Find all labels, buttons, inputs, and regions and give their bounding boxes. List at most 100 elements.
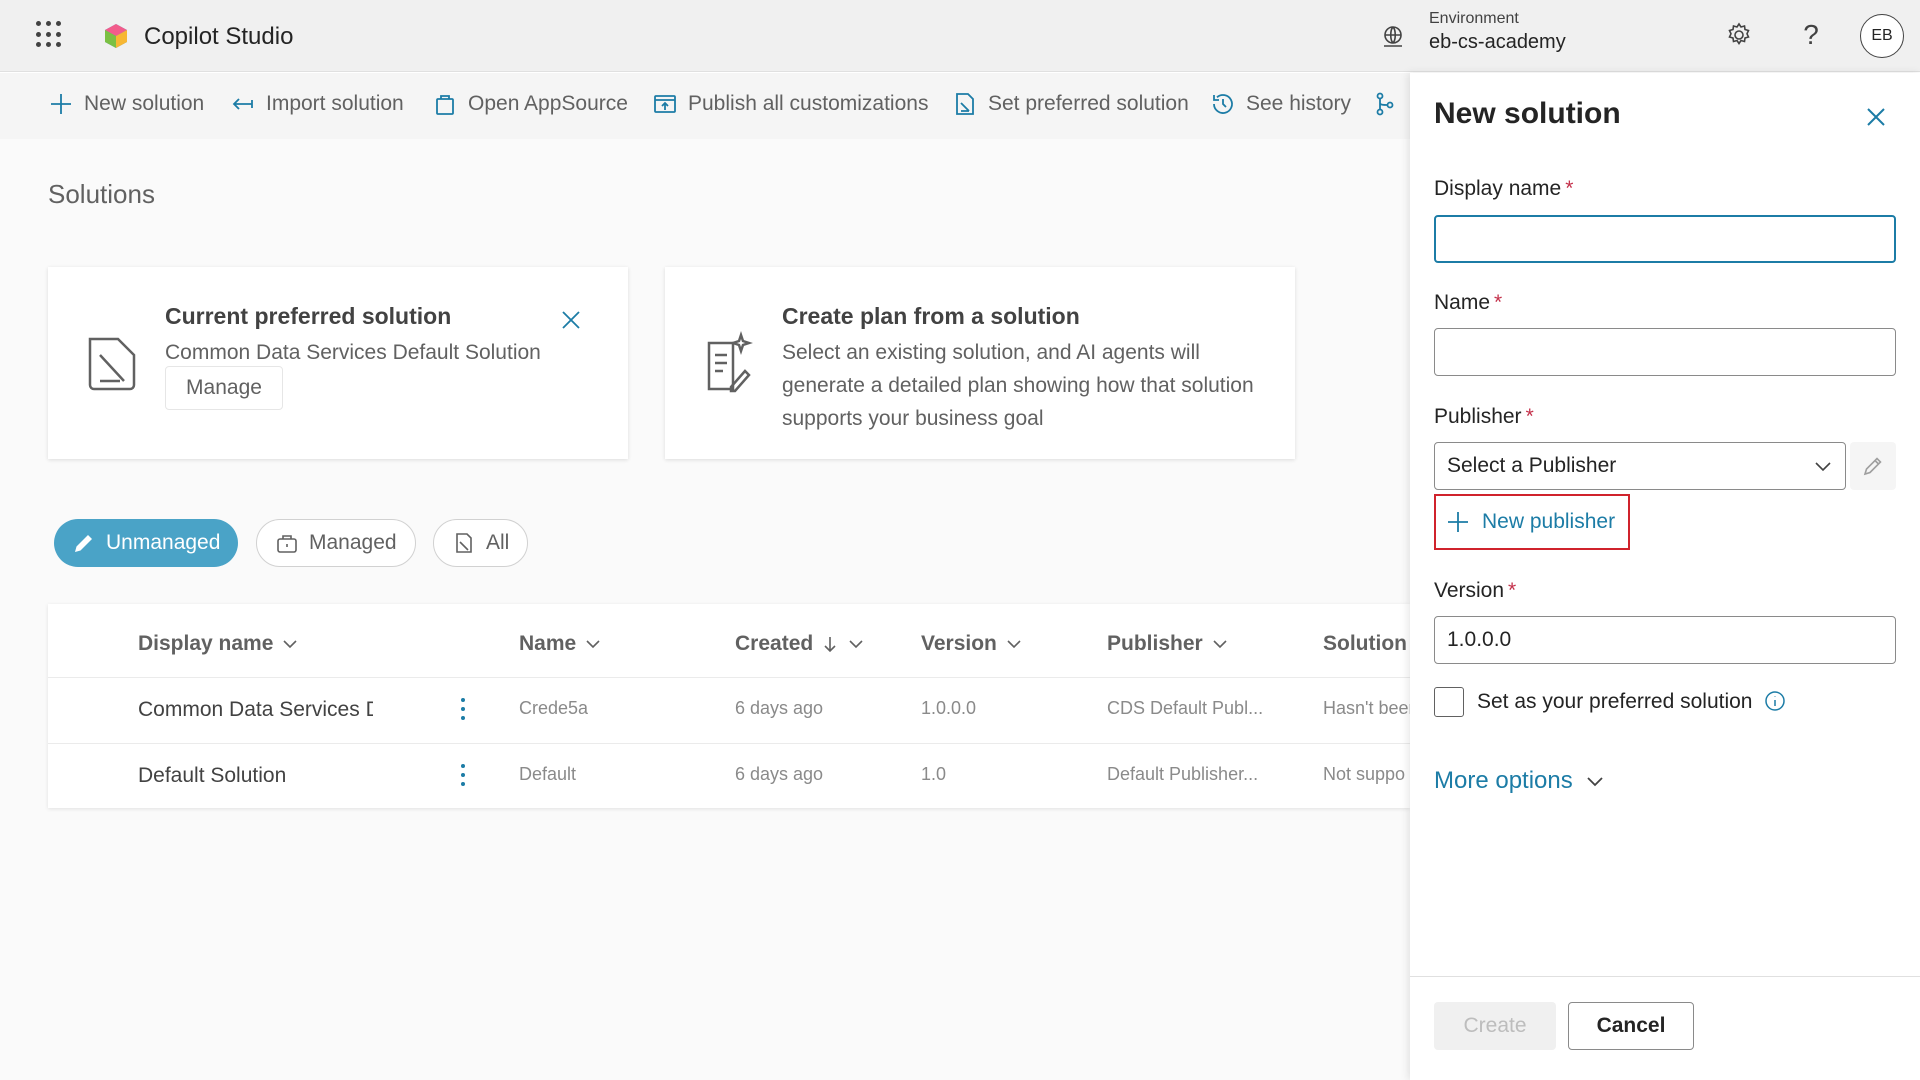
column-created[interactable]: Created [735, 632, 865, 656]
column-version[interactable]: Version [921, 632, 1023, 656]
document-icon [456, 533, 472, 553]
preferred-card-title: Current preferred solution [165, 303, 452, 329]
plus-icon [1448, 512, 1468, 532]
chevron-down-icon [1213, 640, 1227, 649]
column-publisher[interactable]: Publisher [1107, 632, 1229, 656]
row-version: 1.0 [921, 764, 947, 784]
branch-command[interactable] [1372, 91, 1408, 117]
arrow-down-icon [824, 637, 836, 653]
more-options-toggle[interactable]: More options [1434, 767, 1605, 795]
row-status: Hasn't been [1323, 698, 1410, 718]
row-publisher: Default Publisher... [1107, 764, 1259, 784]
table-row[interactable]: Default Solution Default 6 days ago 1.0 … [48, 743, 1410, 808]
publisher-select[interactable]: Select a Publisher [1434, 442, 1846, 490]
column-solution-label: Solution [1323, 632, 1407, 655]
column-name-label: Name [519, 632, 577, 655]
column-publisher-label: Publisher [1107, 632, 1203, 655]
pencil-icon [75, 535, 92, 552]
display-name-input[interactable] [1434, 215, 1896, 263]
new-publisher-button[interactable]: New publisher [1434, 494, 1630, 550]
solution-icon [88, 337, 136, 391]
publish-icon [654, 95, 676, 113]
preferred-solution-checkbox-label: Set as your preferred solution [1477, 690, 1753, 713]
column-name[interactable]: Name [519, 632, 602, 656]
version-label-text: Version [1434, 579, 1505, 602]
open-appsource-command[interactable]: Open AppSource [432, 91, 628, 117]
set-preferred-label: Set preferred solution [988, 92, 1189, 115]
panel-title: New solution [1434, 97, 1621, 130]
version-label: Version * [1434, 579, 1516, 603]
plan-card-description: Select an existing solution, and AI agen… [782, 341, 1254, 430]
more-vertical-icon[interactable] [460, 696, 466, 722]
chevron-down-icon [849, 640, 863, 649]
app-title: Copilot Studio [144, 23, 294, 50]
chevron-down-icon [586, 640, 600, 649]
row-name: Crede5a [519, 698, 589, 718]
chevron-down-icon [1815, 462, 1831, 472]
column-solution[interactable]: Solution [1323, 632, 1407, 656]
row-display-name[interactable]: Default Solution [138, 764, 373, 788]
filter-managed[interactable]: Managed [256, 519, 416, 567]
name-input[interactable] [1434, 328, 1896, 376]
app-launcher-icon[interactable] [36, 21, 64, 49]
create-button[interactable]: Create [1434, 1002, 1556, 1050]
more-options-label: More options [1434, 767, 1573, 794]
settings-icon[interactable] [1724, 20, 1754, 50]
top-header: Copilot Studio Environment eb-cs-academy… [0, 0, 1920, 72]
help-icon[interactable]: ? [1796, 19, 1826, 50]
main-content: Solutions Current preferred solution Com… [0, 139, 1410, 1080]
row-status: Not suppo [1323, 764, 1406, 784]
required-marker: * [1508, 579, 1517, 602]
info-icon[interactable] [1764, 690, 1786, 712]
filter-managed-label: Managed [309, 531, 397, 554]
avatar[interactable]: EB [1860, 14, 1904, 58]
row-version: 1.0.0.0 [921, 698, 977, 718]
history-icon [1213, 94, 1233, 114]
name-label-text: Name [1434, 291, 1491, 314]
create-plan-card[interactable]: Create plan from a solution Select an ex… [665, 267, 1295, 459]
row-created: 6 days ago [735, 698, 824, 718]
filter-all[interactable]: All [433, 519, 529, 567]
open-appsource-label: Open AppSource [468, 92, 628, 115]
column-display-name[interactable]: Display name [138, 632, 299, 656]
shopping-bag-icon [436, 95, 454, 115]
cancel-button[interactable]: Cancel [1568, 1002, 1694, 1050]
filter-unmanaged[interactable]: Unmanaged [54, 519, 239, 567]
close-icon[interactable] [1862, 103, 1890, 131]
new-publisher-label: New publisher [1482, 510, 1616, 533]
plan-card-title: Create plan from a solution [782, 303, 1080, 329]
chevron-down-icon [1587, 777, 1603, 787]
row-name: Default [519, 764, 577, 784]
chevron-down-icon [1007, 640, 1021, 649]
import-icon [232, 98, 253, 110]
import-solution-command[interactable]: Import solution [230, 91, 404, 117]
edit-publisher-button[interactable] [1850, 442, 1896, 490]
solutions-table: Display name Name Created Version Publis… [48, 604, 1410, 808]
required-marker: * [1565, 177, 1574, 200]
manage-button[interactable]: Manage [165, 366, 283, 410]
table-row[interactable]: Common Data Services De Crede5a 6 days a… [48, 677, 1410, 743]
row-publisher: CDS Default Publ... [1107, 698, 1264, 718]
close-icon[interactable] [558, 307, 584, 333]
environment-icon[interactable] [1380, 24, 1406, 50]
set-preferred-command[interactable]: Set preferred solution [952, 91, 1189, 117]
page-title: Solutions [48, 179, 155, 209]
publish-all-command[interactable]: Publish all customizations [652, 91, 928, 117]
row-created: 6 days ago [735, 764, 824, 784]
new-solution-label: New solution [84, 92, 205, 115]
version-input[interactable]: 1.0.0.0 [1434, 616, 1896, 664]
required-marker: * [1525, 405, 1534, 428]
lock-bag-icon [277, 535, 297, 553]
preferred-solution-checkbox[interactable] [1434, 687, 1464, 717]
import-solution-label: Import solution [266, 92, 404, 115]
publisher-select-value: Select a Publisher [1447, 454, 1617, 477]
publish-all-label: Publish all customizations [688, 92, 929, 115]
more-vertical-icon[interactable] [460, 762, 466, 788]
see-history-command[interactable]: See history [1210, 91, 1351, 117]
name-label: Name * [1434, 291, 1502, 315]
column-version-label: Version [921, 632, 997, 655]
filter-unmanaged-label: Unmanaged [106, 531, 221, 554]
environment-value[interactable]: eb-cs-academy [1429, 31, 1566, 54]
new-solution-command[interactable]: New solution [48, 91, 204, 117]
row-display-name[interactable]: Common Data Services De [138, 698, 373, 722]
